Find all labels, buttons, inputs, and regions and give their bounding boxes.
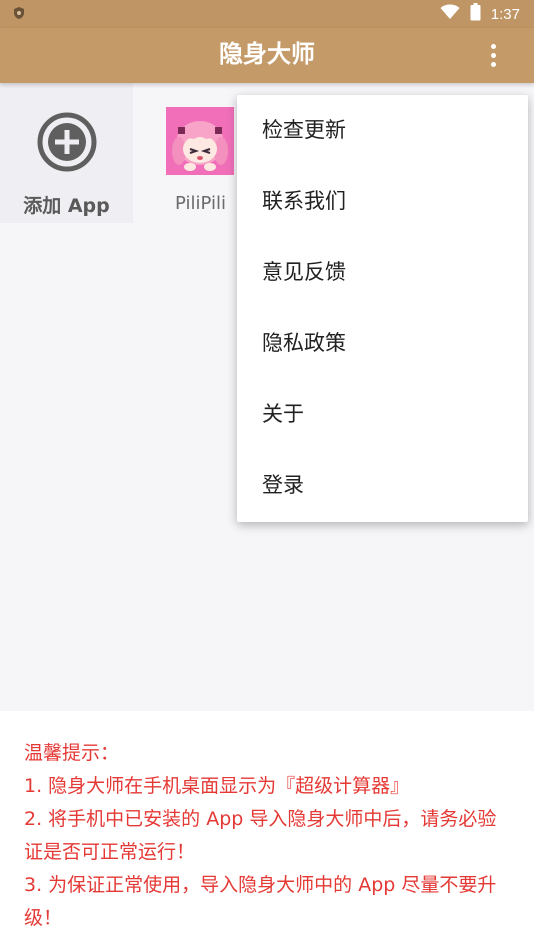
add-app-tile[interactable]: 添加 App: [0, 83, 133, 223]
wifi-icon: [440, 4, 460, 24]
status-icons: 1:37: [440, 3, 520, 25]
more-vert-icon[interactable]: [482, 38, 504, 72]
status-time: 1:37: [490, 5, 520, 23]
pilipili-app-icon: [166, 107, 234, 175]
tip-line-3: 3. 为保证正常使用，导入隐身大师中的 App 尽量不要升级！: [24, 874, 497, 929]
shield-icon: [12, 5, 26, 24]
status-bar: 1:37: [0, 0, 534, 28]
menu-item-privacy-policy[interactable]: 隐私政策: [237, 308, 528, 379]
menu-item-login[interactable]: 登录: [237, 450, 528, 521]
battery-icon: [470, 3, 481, 25]
tip-line-1: 1. 隐身大师在手机桌面显示为『超级计算器』: [24, 775, 410, 797]
add-app-label: 添加 App: [23, 195, 110, 217]
tips-heading: 温馨提示：: [24, 742, 120, 764]
menu-item-contact-us[interactable]: 联系我们: [237, 166, 528, 237]
tips-panel: 温馨提示： 1. 隐身大师在手机桌面显示为『超级计算器』 2. 将手机中已安装的…: [0, 711, 534, 949]
tip-line-2: 2. 将手机中已安装的 App 导入隐身大师中后，请务必验证是否可正常运行！: [24, 808, 497, 863]
overflow-menu: 检查更新 联系我们 意见反馈 隐私政策 关于 登录: [237, 95, 528, 522]
menu-item-check-update[interactable]: 检查更新: [237, 95, 528, 166]
app-bar: 隐身大师: [0, 28, 534, 83]
app-title: 隐身大师: [219, 40, 315, 68]
menu-item-feedback[interactable]: 意见反馈: [237, 237, 528, 308]
add-circle-icon: [36, 111, 98, 173]
menu-item-about[interactable]: 关于: [237, 379, 528, 450]
